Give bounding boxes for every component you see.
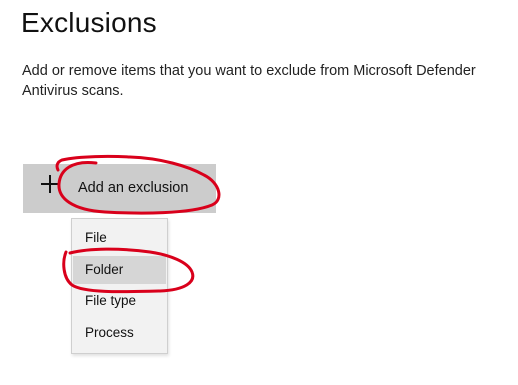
exclusion-type-menu: File Folder File type Process: [71, 218, 168, 354]
menu-item-file-type[interactable]: File type: [73, 287, 166, 315]
exclusions-page: Exclusions Add or remove items that you …: [0, 0, 518, 385]
page-description: Add or remove items that you want to exc…: [22, 63, 476, 99]
add-exclusion-button[interactable]: Add an exclusion: [23, 164, 216, 213]
menu-item-process[interactable]: Process: [73, 319, 166, 347]
menu-item-file[interactable]: File: [73, 224, 166, 252]
plus-icon: [41, 175, 59, 193]
menu-item-folder[interactable]: Folder: [73, 256, 166, 284]
add-exclusion-label: Add an exclusion: [78, 180, 189, 196]
page-title: Exclusions: [21, 7, 157, 38]
